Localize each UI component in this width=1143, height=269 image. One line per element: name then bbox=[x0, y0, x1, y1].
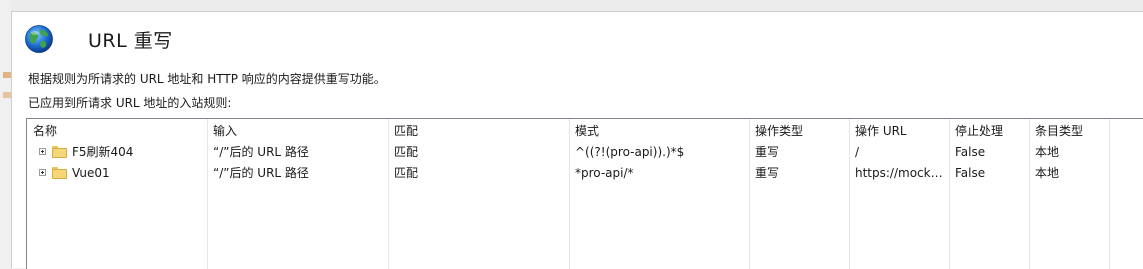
column-separator bbox=[1029, 119, 1030, 269]
rule-name-cell[interactable]: Vue01 bbox=[27, 162, 207, 183]
top-bar bbox=[0, 0, 1143, 11]
rule-stop-processing: False bbox=[955, 165, 986, 180]
inbound-rules-label: 已应用到所请求 URL 地址的入站规则: bbox=[28, 96, 232, 110]
expand-icon[interactable] bbox=[39, 169, 46, 176]
header-row: 名称 输入 匹配 模式 操作类型 操作 URL 停止处理 条目类型 bbox=[27, 119, 1107, 141]
inbound-rules-grid[interactable]: 名称 输入 匹配 模式 操作类型 操作 URL 停止处理 条目类型 F5刷新40… bbox=[26, 118, 1143, 269]
page-title: URL 重写 bbox=[88, 29, 173, 52]
column-separator bbox=[749, 119, 750, 269]
rule-pattern: ^((?!(pro-api)).)*$ bbox=[575, 144, 685, 159]
left-pane-edge bbox=[0, 0, 11, 268]
rule-entry-type: 本地 bbox=[1035, 166, 1060, 180]
rule-match: 匹配 bbox=[394, 145, 419, 159]
rule-action-type: 重写 bbox=[755, 166, 780, 180]
globe-icon bbox=[25, 25, 53, 53]
column-header-pattern[interactable]: 模式 bbox=[569, 119, 749, 141]
rules-table: 名称 输入 匹配 模式 操作类型 操作 URL 停止处理 条目类型 F5刷新40… bbox=[27, 119, 1107, 183]
rule-match: 匹配 bbox=[394, 166, 419, 180]
rule-action-type: 重写 bbox=[755, 145, 780, 159]
folder-icon bbox=[52, 145, 67, 158]
column-header-action-type[interactable]: 操作类型 bbox=[749, 119, 849, 141]
column-header-entry-type[interactable]: 条目类型 bbox=[1029, 119, 1107, 141]
folder-icon bbox=[52, 166, 67, 179]
rule-name: F5刷新404 bbox=[72, 145, 134, 159]
rule-action-url: / bbox=[855, 144, 860, 159]
rule-pattern: *pro-api/* bbox=[575, 165, 634, 180]
column-separator bbox=[569, 119, 570, 269]
page-header: URL 重写 bbox=[24, 21, 173, 57]
column-header-action-url[interactable]: 操作 URL bbox=[849, 119, 949, 141]
column-header-stop-processing[interactable]: 停止处理 bbox=[949, 119, 1029, 141]
url-rewrite-panel: URL 重写 根据规则为所请求的 URL 地址和 HTTP 响应的内容提供重写功… bbox=[11, 11, 1143, 269]
column-separator bbox=[1109, 119, 1110, 269]
expand-icon[interactable] bbox=[39, 148, 46, 155]
column-header-input[interactable]: 输入 bbox=[207, 119, 388, 141]
rule-name-cell[interactable]: F5刷新404 bbox=[27, 141, 207, 162]
column-header-name[interactable]: 名称 bbox=[27, 119, 207, 141]
column-header-match[interactable]: 匹配 bbox=[388, 119, 569, 141]
column-separator bbox=[207, 119, 208, 269]
rule-input: “/”后的 URL 路径 bbox=[213, 145, 309, 159]
column-separator bbox=[949, 119, 950, 269]
table-row[interactable]: Vue01 “/”后的 URL 路径 匹配 *pro-api/* 重写 http… bbox=[27, 162, 1107, 183]
column-separator bbox=[849, 119, 850, 269]
rule-stop-processing: False bbox=[955, 144, 986, 159]
left-pane-marker bbox=[3, 72, 11, 78]
rule-action-url: https://mock.... bbox=[855, 165, 946, 180]
column-separator bbox=[388, 119, 389, 269]
rule-input: “/”后的 URL 路径 bbox=[213, 166, 309, 180]
left-pane-marker bbox=[3, 92, 11, 98]
page-description: 根据规则为所请求的 URL 地址和 HTTP 响应的内容提供重写功能。 bbox=[28, 72, 386, 86]
rule-name: Vue01 bbox=[72, 165, 110, 180]
table-row[interactable]: F5刷新404 “/”后的 URL 路径 匹配 ^((?!(pro-api)).… bbox=[27, 141, 1107, 162]
rule-entry-type: 本地 bbox=[1035, 145, 1060, 159]
